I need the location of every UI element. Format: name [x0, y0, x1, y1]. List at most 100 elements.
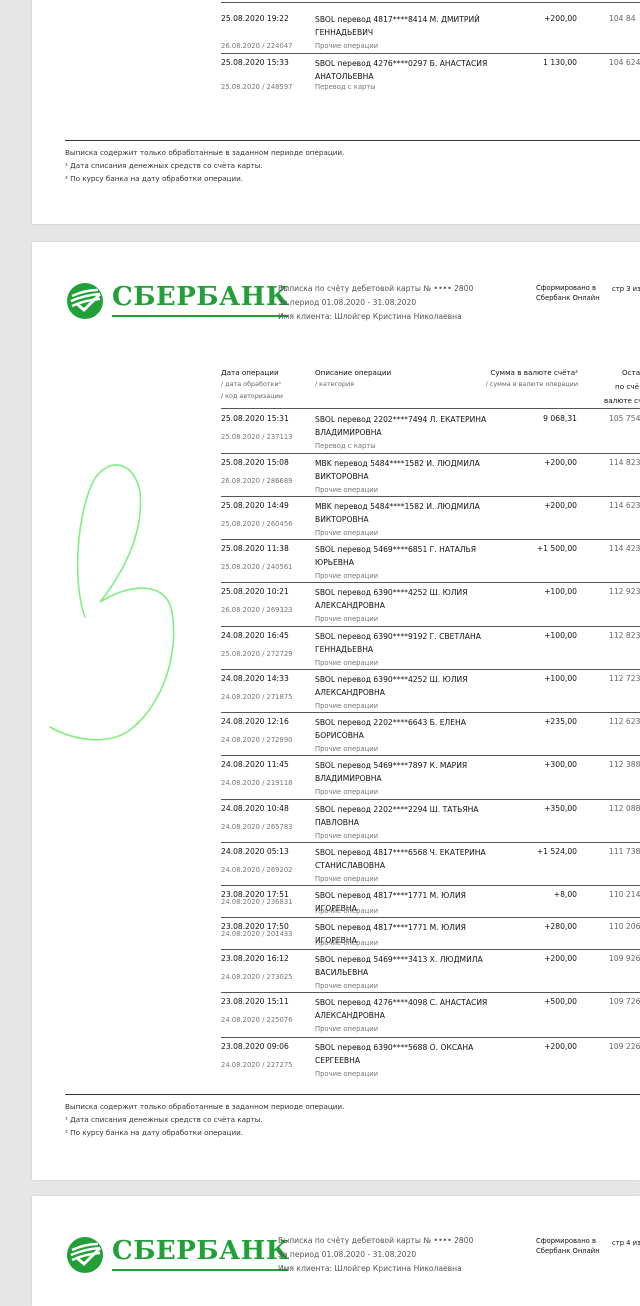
footer-note: Выписка содержит только обработанные в з…: [65, 1102, 345, 1111]
col-subheader-auth: / код авторизации: [221, 392, 283, 400]
row-separator: [221, 992, 640, 993]
operation-category: Прочие операции: [315, 832, 379, 840]
operation-balance: 112 088: [609, 804, 640, 813]
row-separator: [221, 842, 640, 843]
row-separator: [221, 539, 640, 540]
col-header-balance: Оста: [622, 368, 640, 377]
row-separator: [221, 1037, 640, 1038]
generated-label: Сформировано в Сбербанк Онлайн: [536, 284, 600, 302]
operation-category: Прочие операции: [315, 659, 379, 667]
operation-date: 24.08.2020 16:45: [221, 631, 289, 640]
operation-category: Прочие операции: [315, 907, 379, 915]
logo-underline: [112, 315, 288, 317]
operation-category: Прочие операции: [315, 486, 379, 494]
statement-page-next: СБЕРБАНК Выписка по счёту дебетовой карт…: [32, 1196, 640, 1306]
processing-date: 26.08.2020 / 224047: [221, 42, 293, 50]
handwritten-number-annotation: [49, 464, 175, 741]
operation-category: Прочие операции: [315, 42, 379, 50]
operation-amount: +200,00: [544, 458, 577, 467]
client-line: Имя клиента: Шлойгер Кристина Николаевна: [278, 1264, 462, 1273]
row-separator: [221, 53, 640, 54]
footer-note: Выписка содержит только обработанные в з…: [65, 148, 345, 157]
sberbank-logo-icon: [67, 1237, 103, 1273]
period-line: За период 01.08.2020 - 31.08.2020: [278, 298, 417, 307]
operation-amount: +200,00: [544, 1042, 577, 1051]
col-header-balance-3: валюте сч: [604, 396, 640, 405]
footer-divider: [65, 1094, 640, 1095]
operation-date: 24.08.2020 10:48: [221, 804, 289, 813]
footnote-1: ¹ Дата списания денежных средств со счёт…: [65, 1115, 263, 1124]
operation-date: 24.08.2020 11:45: [221, 760, 289, 769]
operation-category: Прочие операции: [315, 788, 379, 796]
operation-date: 25.08.2020 19:22: [221, 14, 289, 23]
row-separator: [221, 626, 640, 627]
operation-amount: +200,00: [544, 501, 577, 510]
operation-category: Прочие операции: [315, 745, 379, 753]
operation-category: Прочие операции: [315, 1070, 379, 1078]
footer-divider: [65, 140, 640, 141]
processing-date: 24.08.2020 / 201433: [221, 930, 293, 938]
period-line: За период 01.08.2020 - 31.08.2020: [278, 1250, 417, 1259]
header-divider: [221, 408, 640, 409]
processing-date: 24.08.2020 / 236831: [221, 898, 293, 906]
operation-balance: 104 84: [609, 14, 636, 23]
processing-date: 24.08.2020 / 265783: [221, 823, 293, 831]
account-line: Выписка по счёту дебетовой карты № •••• …: [278, 1236, 474, 1245]
processing-date: 24.08.2020 / 269202: [221, 866, 293, 874]
footnote-1: ¹ Дата списания денежных средств со счёт…: [65, 161, 263, 170]
operation-amount: +300,00: [544, 760, 577, 769]
account-line: Выписка по счёту дебетовой карты № •••• …: [278, 284, 474, 293]
operation-amount: +280,00: [544, 922, 577, 931]
operation-balance: 109 226: [609, 1042, 640, 1051]
row-separator: [221, 949, 640, 950]
processing-date: 25.08.2020 / 248597: [221, 83, 293, 91]
operation-date: 25.08.2020 15:33: [221, 58, 289, 67]
operation-amount: +500,00: [544, 997, 577, 1006]
bank-name: СБЕРБАНК: [112, 1236, 290, 1266]
col-subheader-amount: / сумма в валюте операции: [485, 380, 578, 388]
processing-date: 24.08.2020 / 225076: [221, 1016, 293, 1024]
processing-date: 25.08.2020 / 237113: [221, 433, 293, 441]
operation-amount: +235,00: [544, 717, 577, 726]
row-separator: [221, 755, 640, 756]
operation-amount: +200,00: [544, 954, 577, 963]
operation-category: Прочие операции: [315, 1025, 379, 1033]
operation-balance: 112 388: [609, 760, 640, 769]
bank-name: СБЕРБАНК: [112, 282, 290, 312]
operation-date: 24.08.2020 12:16: [221, 717, 289, 726]
processing-date: 25.08.2020 / 260456: [221, 520, 293, 528]
row-separator: [221, 712, 640, 713]
row-separator: [221, 799, 640, 800]
operation-balance: 109 726: [609, 997, 640, 1006]
operation-balance: 112 823: [609, 631, 640, 640]
operation-amount: +1 524,00: [536, 847, 577, 856]
operation-category: Прочие операции: [315, 939, 379, 947]
logo-underline: [112, 1269, 288, 1271]
processing-date: 25.08.2020 / 272729: [221, 650, 293, 658]
footnote-2: ² По курсу банка на дату обработки опера…: [65, 1128, 244, 1137]
operation-amount: +200,00: [544, 14, 577, 23]
operation-balance: 112 623: [609, 717, 640, 726]
operation-category: Перевод с карты: [315, 83, 376, 91]
sberbank-logo-icon: [67, 283, 103, 319]
col-header-amount: Сумма в валюте счёта²: [490, 368, 578, 377]
operation-balance: 112 923: [609, 587, 640, 596]
operation-date: 25.08.2020 11:38: [221, 544, 289, 553]
operation-balance: 114 623: [609, 501, 640, 510]
generated-label: Сформировано в Сбербанк Онлайн: [536, 1237, 600, 1255]
operation-balance: 109 926: [609, 954, 640, 963]
page-number: стр 4 из: [612, 1239, 640, 1247]
row-separator: [221, 2, 640, 3]
footnote-2: ² По курсу банка на дату обработки опера…: [65, 174, 244, 183]
row-separator: [221, 885, 640, 886]
operation-amount: +8,00: [553, 890, 577, 899]
operation-amount: +350,00: [544, 804, 577, 813]
operation-amount: +1 500,00: [536, 544, 577, 553]
operation-category: Прочие операции: [315, 702, 379, 710]
col-subheader-category: / категория: [315, 380, 354, 388]
operation-category: Прочие операции: [315, 572, 379, 580]
col-header-date: Дата операции: [221, 368, 279, 377]
processing-date: 24.08.2020 / 271875: [221, 693, 293, 701]
operation-date: 24.08.2020 05:13: [221, 847, 289, 856]
operation-balance: 104 624: [609, 58, 640, 67]
